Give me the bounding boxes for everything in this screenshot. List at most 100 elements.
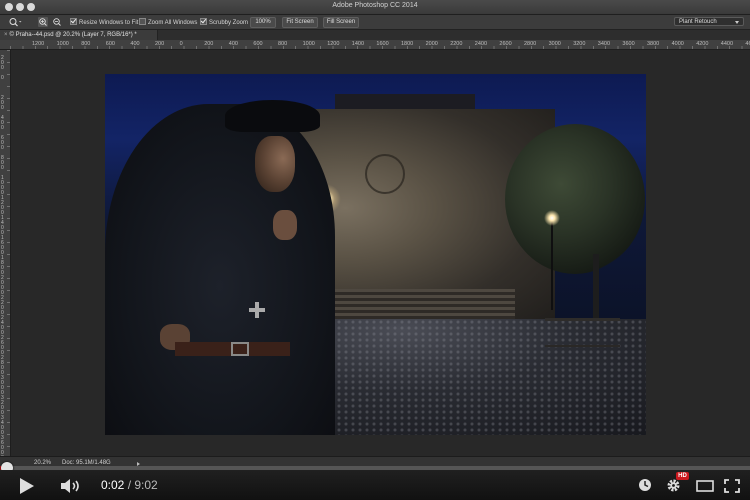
ruler-tick-label: 3800 [647, 41, 660, 47]
ruler-tick-label: 3400 [1, 415, 4, 436]
workspace-label: Plant Retouch [679, 19, 717, 25]
zoom-all-windows-checkbox[interactable]: Zoom All Windows [139, 18, 197, 26]
ruler-tick-label: 2800 [524, 41, 537, 47]
ruler-tick-label: 800 [81, 41, 91, 47]
fill-screen-button[interactable]: Fill Screen [323, 17, 359, 28]
resize-windows-label: Resize Windows to Fit [79, 20, 139, 26]
ruler-tick-label: 4400 [720, 41, 734, 47]
photoshop-window: Adobe Photoshop CC 2014 Resize Windows t… [0, 0, 750, 470]
ruler-tick-label: 200 [155, 41, 165, 47]
ruler-tick-label: 2800 [1, 355, 4, 376]
ruler-tick-label: 1400 [351, 41, 365, 47]
document-tab[interactable]: × © Praha--44.psd @ 20.2% (Layer 7, RGB/1… [0, 30, 158, 40]
ruler-tick-label: 2400 [1, 315, 4, 336]
ruler-tick-label: 1600 [376, 41, 389, 47]
ruler-tick-label: 400 [1, 115, 4, 131]
tree [505, 124, 645, 274]
iron-cross-medal [249, 302, 265, 318]
bench [545, 318, 620, 347]
workspace-switcher[interactable]: Plant Retouch [674, 17, 744, 26]
close-tab-icon[interactable]: × [4, 32, 8, 38]
ruler-tick-label: 3400 [597, 41, 611, 47]
ruler-tick-label: 2200 [450, 41, 463, 47]
ruler-tick-label: 4000 [671, 41, 684, 47]
scrubby-zoom-label: Scrubby Zoom [209, 20, 249, 26]
ruler-tick-label: 400 [130, 41, 140, 47]
theater-mode-icon[interactable] [696, 480, 714, 492]
ruler-tick-label: 2200 [1, 295, 4, 316]
man-in-uniform [105, 104, 335, 435]
title-bar: Adobe Photoshop CC 2014 [0, 0, 750, 15]
current-time: 0:02 [101, 478, 125, 492]
rosette-ornament [365, 154, 405, 194]
zoom-tool-preset-icon[interactable] [8, 17, 22, 27]
ruler-tick-label: 1000 [1, 175, 4, 196]
fullscreen-icon[interactable] [724, 479, 740, 493]
zoom-all-check [139, 18, 146, 25]
scrubby-zoom-check [200, 18, 207, 25]
belt-buckle [231, 342, 249, 356]
ruler-tick-label: 4600 [745, 41, 750, 47]
ruler-tick-label: 1800 [1, 255, 4, 276]
ruler-tick-label: 1600 [1, 235, 4, 256]
zoom-all-label: Zoom All Windows [148, 20, 198, 26]
ruler-tick-label: 800 [1, 155, 4, 171]
ruler-tick-label: 2000 [1, 275, 4, 296]
zoom-100-button[interactable]: 100% [250, 17, 276, 28]
horizontal-ruler[interactable]: 1200 1000 800 600 400 200 0 200 400 600 800 1000 120… [10, 40, 750, 50]
ruler-tick-label: 600 [1, 135, 4, 151]
stone-steps [325, 289, 515, 319]
chevron-down-icon [735, 21, 739, 24]
ruler-tick-label: 600 [253, 41, 263, 47]
ruler-tick-label: 3200 [573, 41, 586, 47]
ruler-tick-label: 800 [278, 41, 288, 47]
fit-screen-button[interactable]: Fit Screen [282, 17, 318, 28]
ruler-tick-label: 1400 [1, 215, 4, 236]
watch-later-icon[interactable] [638, 478, 652, 492]
options-bar: Resize Windows to Fit Zoom All Windows S… [0, 15, 750, 30]
resize-windows-checkbox[interactable]: Resize Windows to Fit [70, 18, 138, 26]
ruler-tick-label: 2600 [1, 335, 4, 356]
play-icon[interactable] [18, 478, 36, 494]
ruler-tick-label: 200 [1, 95, 4, 111]
ruler-tick-label: 1200 [32, 41, 45, 47]
ruler-tick-label: 3000 [548, 41, 561, 47]
volume-icon[interactable] [60, 478, 82, 494]
ruler-tick-label: 4200 [696, 41, 709, 47]
scrubby-zoom-checkbox[interactable]: Scrubby Zoom [200, 18, 248, 26]
vertical-ruler[interactable]: 200 0 200 400 600 800 1000 1200 1400 1600 1800 2000… [0, 50, 11, 456]
total-time: 9:02 [134, 478, 158, 492]
zoom-in-icon[interactable] [38, 17, 48, 27]
ruler-tick-label: 400 [228, 41, 238, 47]
ruler-tick-label: 3200 [1, 395, 4, 416]
hd-badge: HD [676, 472, 689, 480]
ruler-tick-label: 2000 [425, 41, 438, 47]
ruler-tick-label: 3000 [1, 375, 4, 396]
time-display: 0:02 / 9:02 [101, 478, 158, 492]
time-separator: / [124, 478, 135, 492]
ruler-tick-label: 3600 [1, 435, 4, 456]
ruler-tick-label: 3600 [622, 41, 635, 47]
ruler-tick-label: 0 [1, 75, 4, 81]
settings-gear-icon[interactable] [666, 478, 681, 493]
ruler-tick-label: 600 [105, 41, 115, 47]
ruler-tick-label: 200 [204, 41, 214, 47]
hand-lighting-cigarette [273, 210, 297, 240]
ruler-tick-label: 1800 [401, 41, 414, 47]
window-title: Adobe Photoshop CC 2014 [332, 2, 418, 9]
ruler-tick-label: 1200 [327, 41, 340, 47]
ruler-tick-label: 2600 [499, 41, 512, 47]
lamp-post-distant [551, 220, 553, 310]
document-tab-label: © Praha--44.psd @ 20.2% (Layer 7, RGB/16… [9, 32, 137, 38]
ruler-tick-label: 200 [1, 55, 4, 71]
document-canvas[interactable] [105, 74, 646, 435]
face [255, 136, 295, 192]
ruler-tick-label: 1000 [302, 41, 315, 47]
zoom-out-icon[interactable] [52, 17, 62, 27]
ruler-tick-label: 1000 [56, 41, 69, 47]
ruler-tick-label: 2400 [474, 41, 488, 47]
resize-windows-check [70, 18, 77, 25]
ruler-tick-label: 0 [179, 41, 183, 47]
peaked-cap [225, 100, 320, 132]
distant-lamp-glow [544, 210, 560, 226]
